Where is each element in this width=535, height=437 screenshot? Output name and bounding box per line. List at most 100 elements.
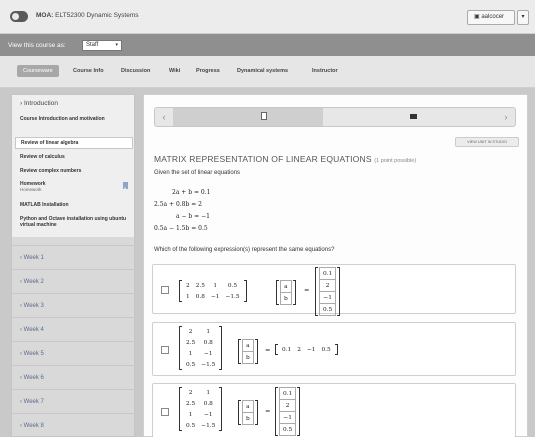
sidebar-week-4[interactable]: › Week 4 (12, 317, 134, 341)
sidebar-week-3[interactable]: › Week 3 (12, 293, 134, 317)
tab-dynamical-systems[interactable]: Dynamical systems (237, 68, 288, 74)
variable-vector: a b (238, 400, 258, 425)
sidebar-item-complex-numbers[interactable]: Review complex numbers (20, 168, 130, 174)
sidebar-item-homework[interactable]: Homework Homework (20, 181, 130, 193)
coefficient-matrix: 2 1 2.5 0.8 1 −1 0.5 −1.5 (179, 326, 223, 370)
matrix-cell: a (280, 280, 292, 293)
sidebar-item-course-introduction[interactable]: Course Introduction and motivation (20, 116, 130, 122)
tab-progress[interactable]: Progress (196, 68, 220, 74)
answer-choice-2[interactable]: 2 1 2.5 0.8 1 −1 0.5 −1.5 a b = 0.1 2 −1 0.5 (152, 322, 516, 376)
sidebar-week-8[interactable]: › Week 8 (12, 413, 134, 437)
matrix-cell: −1.5 (201, 361, 216, 368)
tab-instructor[interactable]: Instructor (312, 68, 338, 74)
points-possible: (1 point possible) (374, 158, 417, 164)
matrix-cell: 0.1 (318, 267, 337, 280)
sidebar-item-linear-algebra[interactable]: Review of linear algebra (15, 137, 133, 149)
sequence-nav: ‹ › (154, 107, 516, 127)
sidebar-item-matlab[interactable]: MATLAB Installation (20, 202, 130, 208)
page-icon (261, 112, 267, 120)
sequence-tab-problem[interactable] (395, 108, 435, 126)
view-as-select[interactable]: Staff ▾ (82, 40, 122, 51)
matrix-cell: −1.5 (225, 293, 240, 300)
bracket-left (276, 280, 279, 305)
variable-vector: a b (276, 280, 296, 305)
course-title: MOA: ELT52300 Dynamic Systems (36, 12, 139, 19)
bracket-left (315, 267, 318, 316)
matrix-cell: 2 (278, 399, 297, 412)
bracket-right (334, 344, 338, 355)
result-vector: 0.1 2 −1 0.5 (275, 387, 301, 436)
problem-title: MATRIX REPRESENTATION OF LINEAR EQUATION… (154, 154, 416, 164)
sidebar-week-6[interactable]: › Week 6 (12, 365, 134, 389)
username: aalcocer (481, 14, 505, 20)
matrix-cell: −1 (278, 411, 297, 424)
sidebar-item-label: Python and Octave installation using ubu… (20, 216, 127, 228)
sidebar-week-2[interactable]: › Week 2 (12, 269, 134, 293)
matrix-cell: 1 (188, 411, 193, 418)
chapter-title[interactable]: › Introduction (20, 100, 58, 107)
matrix-cell: −1 (204, 411, 213, 418)
sidebar-item-label: Course Introduction and motivation (20, 116, 105, 122)
bracket-left (179, 387, 182, 431)
variable-vector: a b (238, 339, 258, 364)
coefficient-matrix: 2 2.5 1 0.5 1 0.8 −1 −1.5 (179, 280, 247, 302)
sidebar-item-label: MATLAB Installation (20, 202, 69, 208)
previous-unit-button[interactable]: ‹ (155, 109, 173, 125)
sidebar-item-label: Review complex numbers (20, 168, 82, 174)
question-text: Which of the following expression(s) rep… (154, 247, 335, 253)
matrix-cell: 0.5 (318, 303, 337, 316)
course-sidebar: › Introduction Course Introduction and m… (11, 94, 135, 437)
tab-discussion[interactable]: Discussion (121, 68, 150, 74)
choice-checkbox[interactable] (161, 346, 169, 354)
sidebar-item-sublabel: Homework (20, 187, 42, 192)
sidebar-week-5[interactable]: › Week 5 (12, 341, 134, 365)
equation-1: 2a + b = 0.1 (172, 189, 211, 196)
choice-checkbox[interactable] (161, 286, 169, 294)
given-text: Given the set of linear equations (154, 170, 241, 176)
view-in-studio-button[interactable]: VIEW UNIT IN STUDIO (455, 137, 519, 147)
bracket-right (254, 339, 258, 364)
user-dropdown-caret-icon[interactable]: ▾ (517, 10, 529, 25)
matrix-cell: 0.5 (227, 282, 238, 289)
matrix-cell: 0.1 (278, 387, 297, 400)
matrix-cell: 2 (297, 346, 301, 353)
bracket-left (179, 280, 182, 302)
sidebar-week-1[interactable]: › Week 1 (12, 245, 134, 269)
equation-2: 2.5a + 0.8b = 2 (154, 201, 203, 208)
next-unit-button[interactable]: › (497, 109, 515, 125)
bracket-right (243, 280, 247, 302)
matrix-cell: 0.8 (203, 400, 213, 407)
matrix-cell: 2 (188, 389, 193, 396)
sidebar-item-python-octave[interactable]: Python and Octave installation using ubu… (20, 216, 130, 228)
matrix-cell: 2 (186, 282, 190, 289)
sequence-tab-text[interactable] (173, 108, 323, 126)
matrix-cell: −1.5 (201, 422, 216, 429)
sidebar-week-7[interactable]: › Week 7 (12, 389, 134, 413)
tab-course-info[interactable]: Course Info (73, 68, 104, 74)
problem-title-text: MATRIX REPRESENTATION OF LINEAR EQUATION… (154, 154, 372, 164)
matrix-cell: 1 (186, 293, 190, 300)
course-name: ELT52300 Dynamic Systems (55, 12, 139, 19)
matrix-cell: 1 (188, 350, 193, 357)
tab-courseware[interactable]: Courseware (17, 65, 59, 77)
problem-icon (410, 114, 417, 119)
choice-checkbox[interactable] (161, 408, 169, 416)
result-row-vector: 0.1 2 −1 0.5 (275, 344, 338, 355)
bracket-left (238, 400, 241, 425)
equation-3: a − b = −1 (176, 213, 210, 220)
matrix-cell: 2 (188, 328, 193, 335)
result-vector: 0.1 2 −1 0.5 (315, 267, 341, 316)
sidebar-item-calculus[interactable]: Review of calculus (20, 154, 130, 160)
matrix-cell: b (242, 412, 254, 425)
user-menu-button[interactable]: ▣ aalcocer (467, 10, 515, 25)
bracket-left (179, 326, 182, 370)
bracket-right (297, 387, 301, 436)
course-nav: Courseware Course Info Discussion Wiki P… (0, 56, 535, 88)
tab-wiki[interactable]: Wiki (169, 68, 180, 74)
logo-icon[interactable] (10, 11, 28, 22)
matrix-cell: −1 (318, 291, 337, 304)
chapter-introduction: › Introduction Course Introduction and m… (12, 95, 134, 237)
answer-choice-3[interactable]: 2 1 2.5 0.8 1 −1 0.5 −1.5 a b = 0.1 2 −1 0.5 (152, 383, 516, 437)
bracket-left (275, 344, 278, 355)
answer-choice-1[interactable]: 2 2.5 1 0.5 1 0.8 −1 −1.5 a b = 0.1 2 −1 0.5 (152, 264, 516, 316)
